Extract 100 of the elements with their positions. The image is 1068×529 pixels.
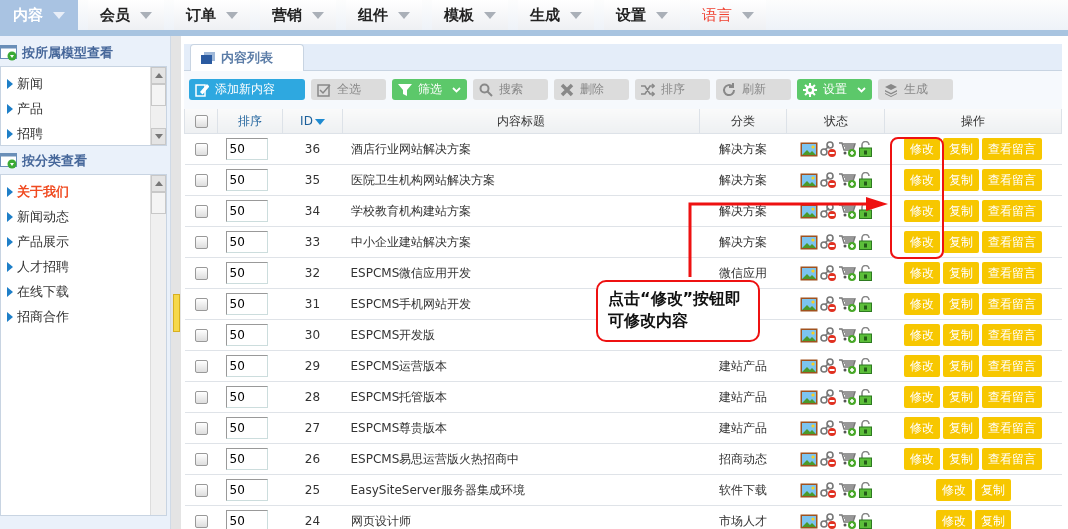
action-button[interactable]: 修改 — [935, 510, 972, 529]
toolbar-button[interactable]: 筛选 — [392, 79, 467, 100]
order-input[interactable]: 50 — [225, 448, 268, 470]
action-button[interactable]: 查看留言 — [982, 448, 1042, 470]
action-button[interactable]: 查看留言 — [982, 324, 1042, 346]
action-button[interactable]: 复制 — [943, 262, 979, 284]
title-link[interactable]: ESPCMS尊贵版本 — [350, 420, 448, 435]
action-button[interactable]: 修改 — [904, 355, 940, 377]
row-checkbox[interactable] — [194, 422, 208, 435]
toolbar-button[interactable]: 设置 — [797, 79, 872, 100]
action-button[interactable]: 修改 — [904, 169, 940, 191]
order-input[interactable]: 50 — [225, 138, 268, 160]
title-link[interactable]: ESPCMS手机网站开发 — [350, 296, 472, 311]
action-button[interactable]: 复制 — [943, 138, 979, 160]
order-input[interactable]: 50 — [225, 417, 268, 439]
order-input[interactable]: 50 — [225, 293, 268, 315]
action-button[interactable]: 复制 — [943, 169, 979, 191]
action-button[interactable]: 复制 — [974, 479, 1011, 501]
title-link[interactable]: EasySiteServer服务器集成环境 — [350, 482, 526, 497]
action-button[interactable]: 复制 — [943, 355, 979, 377]
action-button[interactable]: 复制 — [943, 231, 979, 253]
order-input[interactable]: 50 — [225, 262, 268, 284]
row-checkbox[interactable] — [194, 236, 208, 249]
toolbar-button[interactable]: 排序 — [635, 79, 710, 100]
action-button[interactable]: 修改 — [904, 386, 940, 408]
title-link[interactable]: ESPCMS托管版本 — [350, 389, 448, 404]
sidebar-item[interactable]: 招聘 — [17, 124, 43, 143]
action-button[interactable]: 复制 — [943, 324, 979, 346]
action-button[interactable]: 修改 — [904, 293, 940, 315]
action-button[interactable]: 查看留言 — [982, 417, 1042, 439]
order-input[interactable]: 50 — [225, 386, 268, 408]
order-input[interactable]: 50 — [225, 479, 268, 501]
row-checkbox[interactable] — [194, 484, 208, 497]
title-link[interactable]: ESPCMS开发版 — [350, 327, 436, 342]
action-button[interactable]: 修改 — [904, 200, 940, 222]
action-button[interactable]: 复制 — [943, 448, 979, 470]
row-checkbox[interactable] — [194, 267, 208, 280]
order-input[interactable]: 50 — [225, 169, 268, 191]
splitter-handle[interactable] — [172, 293, 180, 332]
action-button[interactable]: 修改 — [904, 448, 940, 470]
sidebar-item[interactable]: 招商合作 — [17, 307, 69, 326]
toolbar-button[interactable]: 删除 — [554, 79, 629, 100]
scroll-thumb[interactable] — [151, 192, 166, 214]
title-link[interactable]: ESPCMS微信应用开发 — [350, 265, 472, 280]
toolbar-button[interactable]: 生成 — [878, 79, 953, 100]
title-link[interactable]: 网页设计师 — [350, 513, 411, 528]
action-button[interactable]: 修改 — [904, 417, 940, 439]
row-checkbox[interactable] — [194, 360, 208, 373]
sidebar-item[interactable]: 产品 — [17, 99, 43, 118]
action-button[interactable]: 查看留言 — [982, 138, 1042, 160]
nav-tab[interactable]: 内容 — [0, 0, 78, 30]
action-button[interactable]: 查看留言 — [982, 262, 1042, 284]
sidebar-item[interactable]: 新闻 — [17, 74, 43, 93]
toolbar-button[interactable]: 添加新内容 — [189, 79, 305, 100]
action-button[interactable]: 查看留言 — [982, 200, 1042, 222]
toolbar-button[interactable]: 全选 — [311, 79, 386, 100]
action-button[interactable]: 修改 — [904, 138, 940, 160]
action-button[interactable]: 复制 — [943, 293, 979, 315]
panel-tab[interactable]: 内容列表 — [190, 44, 304, 71]
action-button[interactable]: 查看留言 — [982, 355, 1042, 377]
action-button[interactable]: 查看留言 — [982, 386, 1042, 408]
scrollbar[interactable] — [150, 67, 166, 145]
select-all-checkbox[interactable] — [194, 115, 208, 128]
action-button[interactable]: 复制 — [974, 510, 1011, 529]
action-button[interactable]: 复制 — [943, 417, 979, 439]
column-header[interactable]: ID — [300, 114, 313, 128]
scroll-thumb[interactable] — [151, 84, 166, 106]
title-link[interactable]: 酒店行业网站解决方案 — [350, 141, 471, 156]
row-checkbox[interactable] — [194, 143, 208, 156]
action-button[interactable]: 查看留言 — [982, 169, 1042, 191]
title-link[interactable]: ESPCMS易思运营版火热招商中 — [350, 451, 520, 466]
title-link[interactable]: 医院卫生机构网站解决方案 — [350, 172, 495, 187]
order-input[interactable]: 50 — [225, 324, 268, 346]
action-button[interactable]: 修改 — [904, 231, 940, 253]
scrollbar[interactable] — [150, 175, 166, 515]
sidebar-item[interactable]: 在线下载 — [17, 282, 69, 301]
order-input[interactable]: 50 — [225, 231, 268, 253]
row-checkbox[interactable] — [194, 205, 208, 218]
title-link[interactable]: 中小企业建站解决方案 — [350, 234, 471, 249]
action-button[interactable]: 修改 — [904, 324, 940, 346]
action-button[interactable]: 查看留言 — [982, 231, 1042, 253]
row-checkbox[interactable] — [194, 515, 208, 528]
toolbar-button[interactable]: 刷新 — [716, 79, 791, 100]
row-checkbox[interactable] — [194, 391, 208, 404]
row-checkbox[interactable] — [194, 298, 208, 311]
row-checkbox[interactable] — [194, 174, 208, 187]
action-button[interactable]: 复制 — [943, 386, 979, 408]
sidebar-item[interactable]: 人才招聘 — [17, 257, 69, 276]
sidebar-item[interactable]: 关于我们 — [17, 182, 69, 201]
action-button[interactable]: 修改 — [904, 262, 940, 284]
title-link[interactable]: ESPCMS运营版本 — [350, 358, 448, 373]
toolbar-button[interactable]: 搜索 — [473, 79, 548, 100]
action-button[interactable]: 修改 — [935, 479, 972, 501]
sidebar-item[interactable]: 新闻动态 — [17, 207, 69, 226]
row-checkbox[interactable] — [194, 453, 208, 466]
order-input[interactable]: 50 — [225, 355, 268, 377]
order-input[interactable]: 50 — [225, 200, 268, 222]
sidebar-item[interactable]: 产品展示 — [17, 232, 69, 251]
order-input[interactable]: 50 — [225, 510, 268, 529]
action-button[interactable]: 复制 — [943, 200, 979, 222]
